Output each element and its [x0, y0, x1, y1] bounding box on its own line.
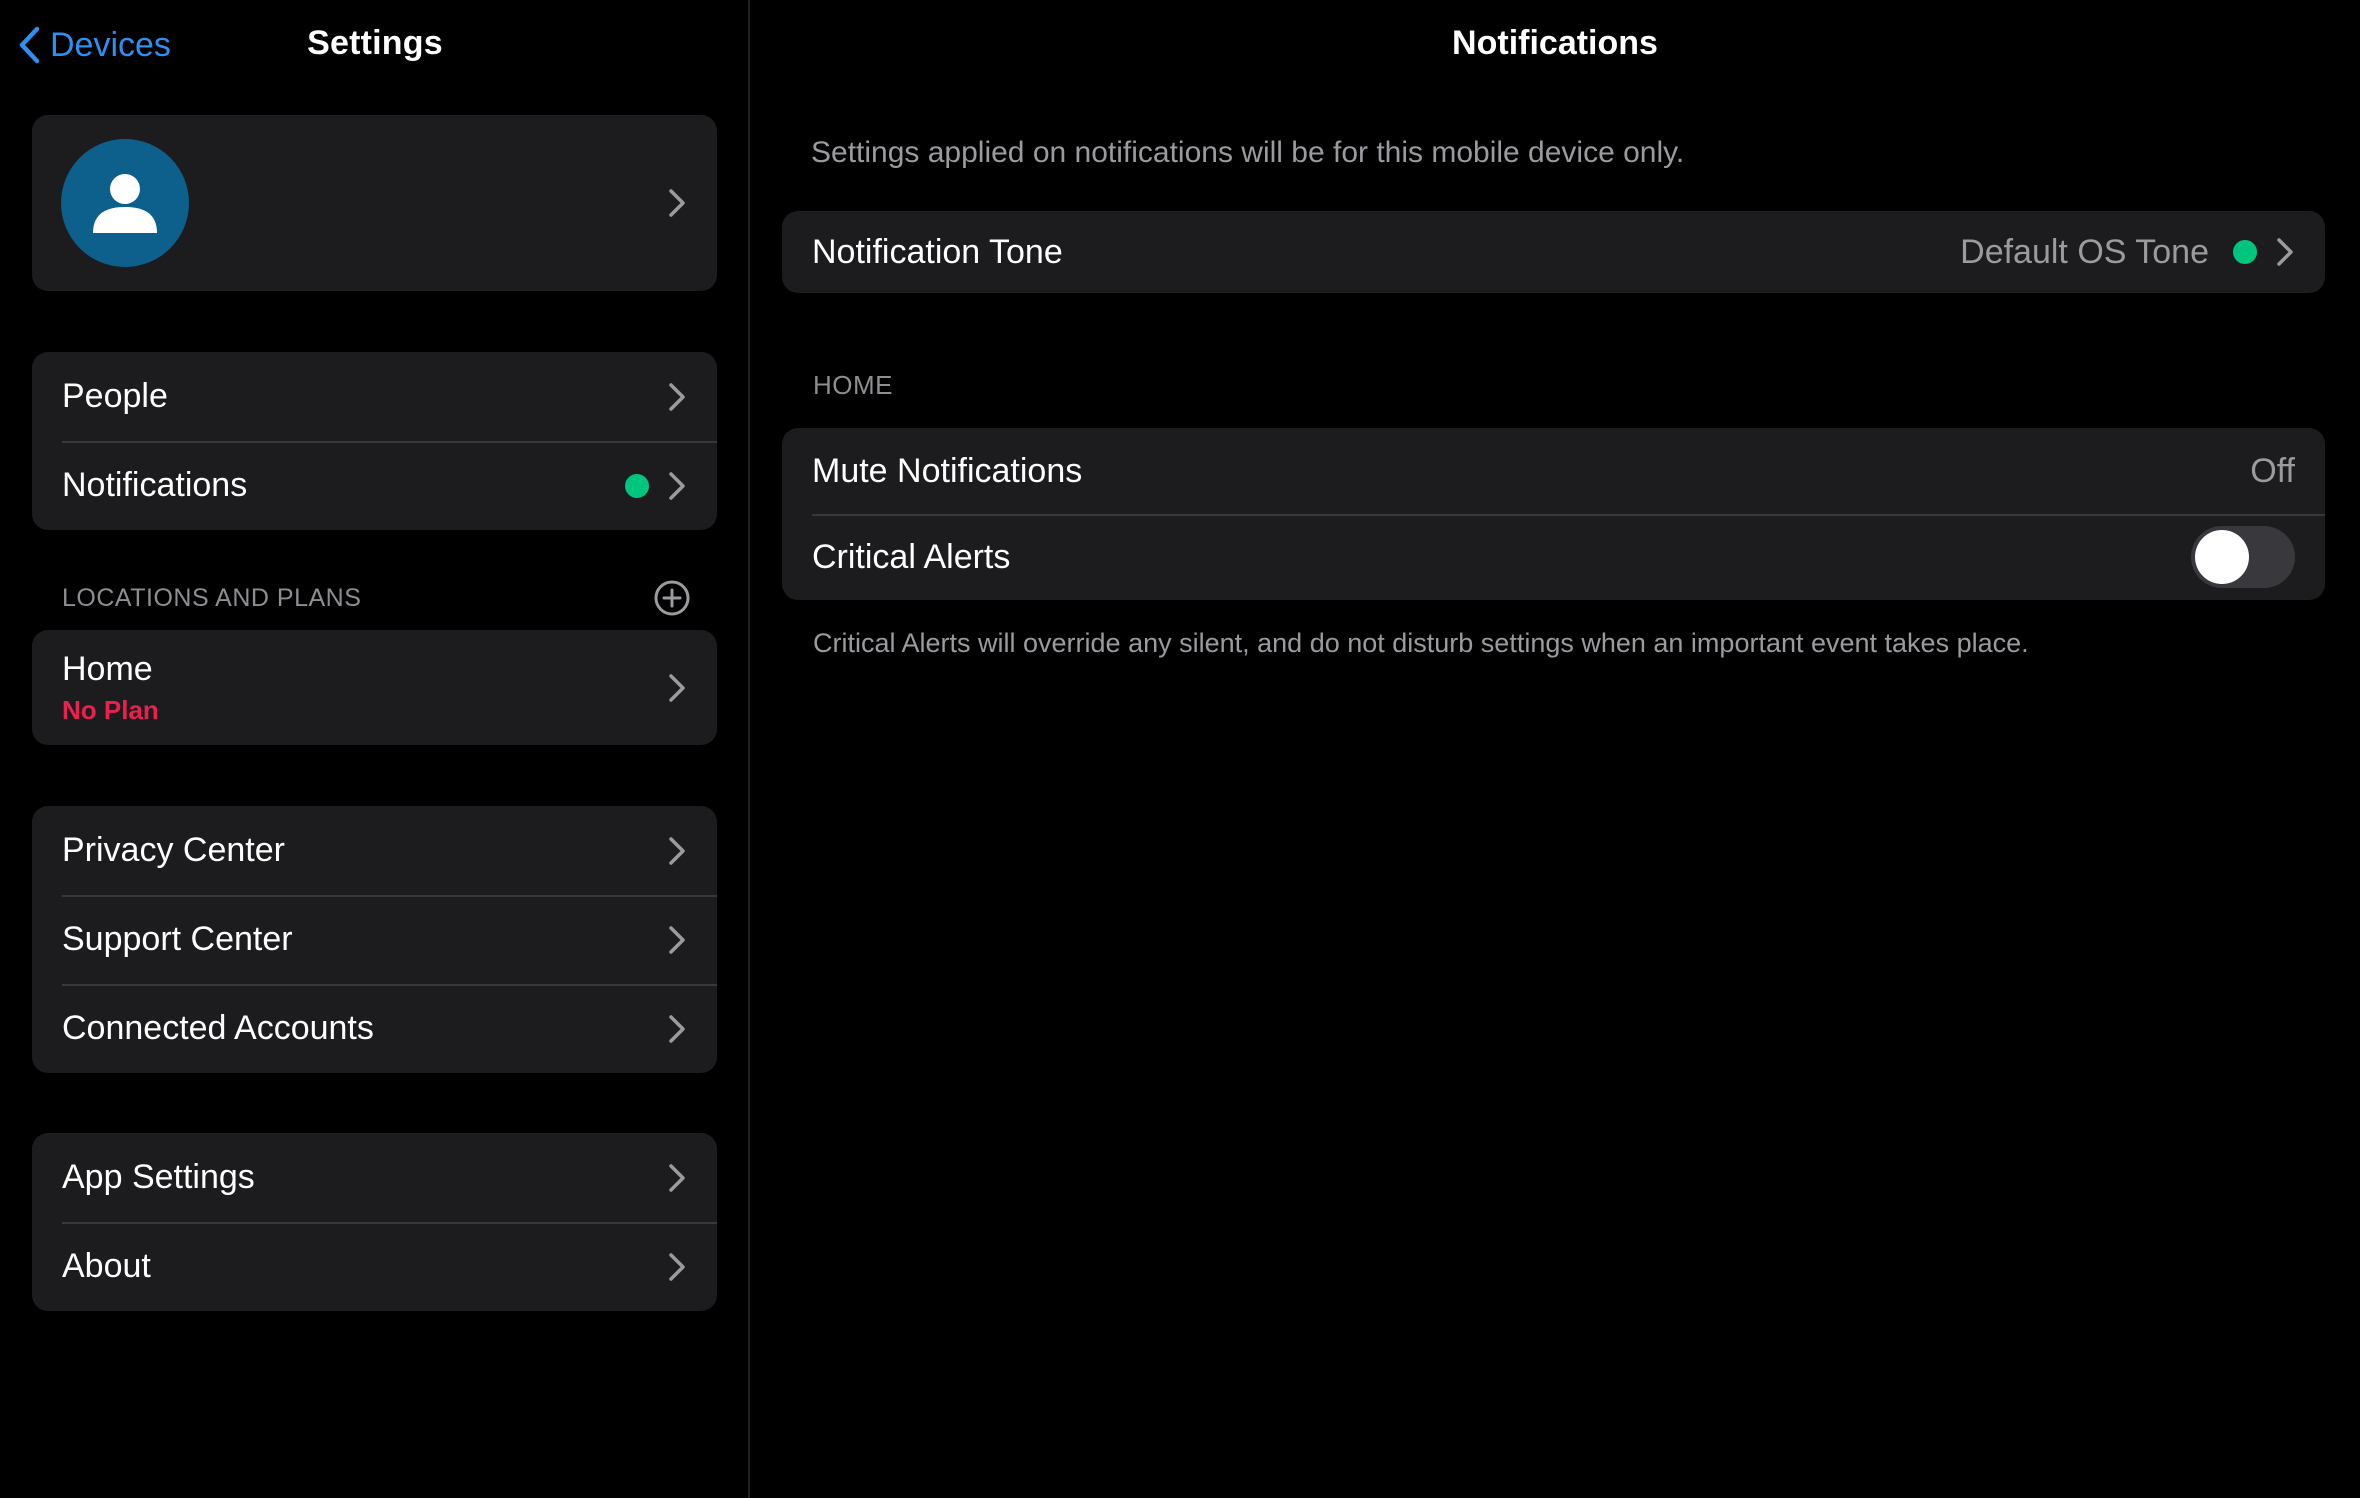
sidebar-item-label: Notifications — [62, 466, 248, 504]
notification-tone-row[interactable]: Notification Tone Default OS Tone — [782, 211, 2325, 293]
chevron-right-icon — [669, 382, 685, 411]
add-location-plus-icon[interactable] — [652, 578, 692, 618]
home-section-header: HOME — [813, 370, 893, 400]
sidebar-item-label: Support Center — [62, 920, 293, 958]
chevron-right-icon — [2277, 238, 2293, 266]
chevron-right-icon — [669, 836, 685, 865]
sidebar-nav-bar: Devices Settings — [0, 0, 750, 90]
sidebar-item-label: About — [62, 1247, 151, 1285]
critical-alerts-label: Critical Alerts — [812, 537, 1011, 576]
locations-section-header: LOCATIONS AND PLANS — [62, 580, 692, 616]
critical-alerts-toggle[interactable] — [2191, 526, 2295, 588]
sidebar-item-people[interactable]: People — [32, 352, 717, 441]
notifications-description: Settings applied on notifications will b… — [811, 136, 1685, 169]
notification-tone-label: Notification Tone — [812, 232, 1063, 271]
sidebar-item-label: App Settings — [62, 1158, 255, 1196]
sidebar-item-app-settings[interactable]: App Settings — [32, 1133, 717, 1222]
chevron-right-icon — [669, 1252, 685, 1281]
toggle-knob — [2195, 530, 2249, 584]
notifications-detail-pane: Notifications Settings applied on notifi… — [750, 0, 2360, 1498]
chevron-right-icon — [669, 471, 685, 500]
settings-sidebar: Devices Settings People Notifications LO… — [0, 0, 750, 1498]
location-card: Home No Plan — [32, 630, 717, 745]
green-status-dot — [625, 473, 649, 498]
sidebar-item-connected-accounts[interactable]: Connected Accounts — [32, 984, 717, 1073]
profile-card — [32, 115, 717, 291]
sidebar-item-privacy-center[interactable]: Privacy Center — [32, 806, 717, 895]
mute-notifications-value: Off — [2250, 451, 2295, 490]
notification-tone-card: Notification Tone Default OS Tone — [782, 211, 2325, 293]
mute-notifications-label: Mute Notifications — [812, 451, 1083, 490]
sidebar-item-label: People — [62, 377, 168, 415]
location-item-home[interactable]: Home No Plan — [32, 630, 717, 745]
sidebar-item-support-center[interactable]: Support Center — [32, 895, 717, 984]
app-group: App Settings About — [32, 1133, 717, 1311]
page-title: Notifications — [1452, 24, 1658, 62]
location-name: Home — [62, 649, 153, 688]
chevron-right-icon — [669, 925, 685, 954]
critical-alerts-footnote: Critical Alerts will override any silent… — [813, 628, 2029, 658]
chevron-right-icon — [669, 673, 685, 702]
home-notification-settings-card: Mute Notifications Off Critical Alerts — [782, 428, 2325, 600]
chevron-right-icon — [669, 189, 685, 217]
locations-header-label: LOCATIONS AND PLANS — [62, 583, 362, 612]
sidebar-item-notifications[interactable]: Notifications — [32, 441, 717, 530]
avatar — [61, 139, 189, 267]
person-icon — [93, 174, 157, 233]
sidebar-item-label: Privacy Center — [62, 831, 285, 869]
critical-alerts-row: Critical Alerts — [782, 514, 2325, 600]
sidebar-item-label: Connected Accounts — [62, 1009, 374, 1047]
support-group: Privacy Center Support Center Connected … — [32, 806, 717, 1073]
people-notifications-group: People Notifications — [32, 352, 717, 530]
chevron-right-icon — [669, 1163, 685, 1192]
green-status-dot — [2233, 240, 2257, 264]
app-window: Devices Settings People Notifications LO… — [0, 0, 2360, 1498]
sidebar-title: Settings — [307, 24, 443, 62]
notification-tone-value: Default OS Tone — [1960, 232, 2209, 271]
profile-row[interactable] — [32, 115, 717, 291]
plan-status: No Plan — [62, 694, 159, 725]
chevron-right-icon — [669, 1014, 685, 1043]
mute-notifications-row[interactable]: Mute Notifications Off — [782, 428, 2325, 514]
sidebar-item-about[interactable]: About — [32, 1222, 717, 1311]
